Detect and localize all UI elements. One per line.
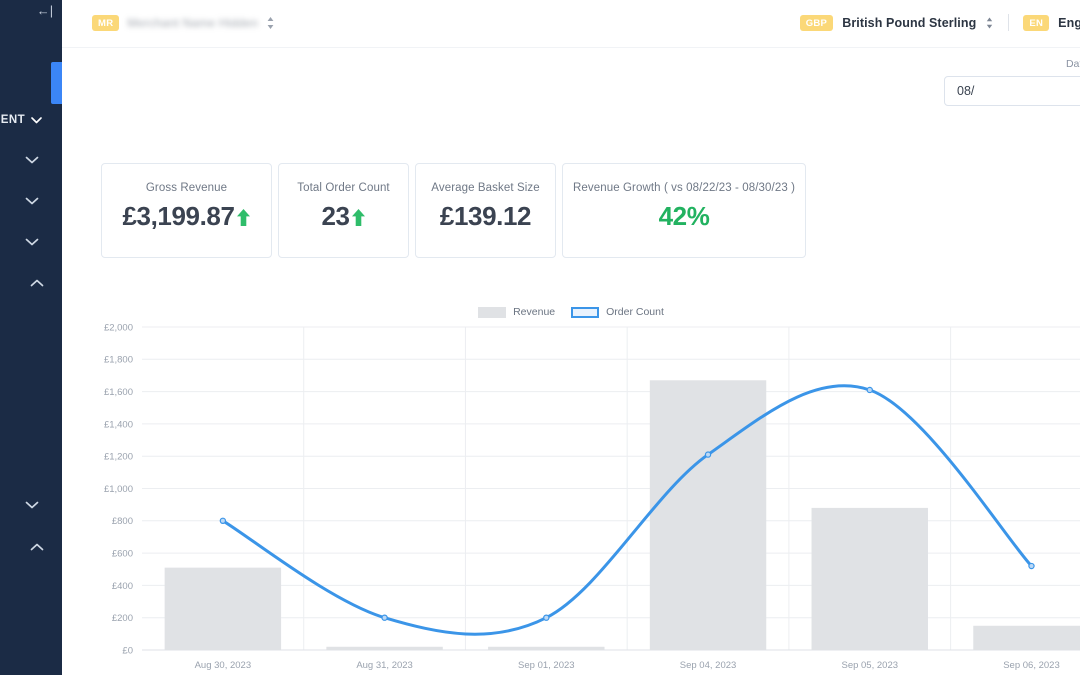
sidebar-item-nav-group-2[interactable]	[0, 151, 62, 169]
chevron-down-icon	[25, 501, 39, 509]
revenue-order-chart: Revenue Order Count £0 £200 £400 £600 £800 £1…	[62, 300, 1080, 675]
date-range-input[interactable]: 08/	[944, 76, 1080, 106]
sidebar-item-nav-group-5[interactable]	[0, 274, 62, 292]
sidebar-item-nav-group-7[interactable]	[0, 538, 62, 556]
svg-text:£1,200: £1,200	[104, 452, 133, 463]
svg-text:£800: £800	[112, 516, 133, 527]
merchant-name: Merchant Name Hidden	[127, 16, 259, 30]
chart-point	[704, 451, 712, 458]
chart-point	[866, 386, 873, 394]
currency-badge: GBP	[799, 14, 834, 31]
svg-text:£1,800: £1,800	[104, 355, 133, 366]
kpi-value-wrap: 23	[321, 203, 365, 231]
sidebar-item-nav-group-6[interactable]	[0, 496, 62, 514]
language-label: English	[1058, 15, 1080, 30]
collapse-sidebar-icon[interactable]: ←|	[34, 2, 56, 20]
trend-up-icon	[236, 205, 251, 231]
chevron-down-icon	[25, 156, 39, 164]
chart-bar	[488, 646, 605, 650]
kpi-value: £139.12	[439, 201, 532, 231]
sidebar-item-nav-group-4[interactable]	[0, 233, 62, 251]
language-selector[interactable]: EN English	[1023, 14, 1080, 31]
chart-x-axis-labels: Aug 30, 2023 Aug 31, 2023 Sep 01, 2023 Sep …	[195, 660, 1060, 671]
merchant-selector[interactable]: MR Merchant Name Hidden	[92, 15, 275, 31]
trend-up-icon	[351, 205, 366, 231]
kpi-card-average-basket-size: Average Basket Size £139.12	[415, 163, 556, 258]
chevron-down-icon	[25, 197, 39, 205]
chevron-down-icon	[31, 116, 42, 124]
stepper-icon	[985, 15, 994, 31]
kpi-value-wrap: £3,199.87	[122, 203, 250, 231]
kpi-title: Gross Revenue	[145, 182, 228, 194]
date-range-filter: Date Range 08/	[944, 58, 1080, 106]
kpi-value: 42%	[658, 201, 710, 231]
chart-gridlines	[142, 326, 1080, 651]
legend-item-order-count[interactable]: Order Count	[571, 306, 664, 318]
kpi-value-wrap: 42%	[659, 203, 710, 229]
kpi-card-row: Gross Revenue £3,199.87 Total Order Coun…	[101, 163, 806, 258]
stepper-icon	[266, 15, 275, 31]
svg-text:Aug 31, 2023: Aug 31, 2023	[356, 660, 413, 671]
chart-bar	[973, 625, 1080, 650]
sidebar: ←| ENT	[0, 0, 62, 675]
svg-text:Sep 01, 2023: Sep 01, 2023	[518, 660, 575, 671]
kpi-value-wrap: £139.12	[439, 201, 532, 231]
kpi-value: £3,199.87	[122, 201, 235, 231]
date-range-label: Date Range	[1065, 58, 1080, 70]
kpi-card-gross-revenue: Gross Revenue £3,199.87	[101, 163, 272, 258]
legend-swatch-order-count	[571, 306, 600, 318]
kpi-title: Average Basket Size	[431, 182, 540, 194]
legend-item-revenue[interactable]: Revenue	[478, 306, 555, 318]
dashboard-page: ←| ENT MR Merchant Name Hidden GBP Briti…	[0, 0, 1080, 675]
svg-text:£400: £400	[112, 581, 133, 592]
chevron-down-icon	[25, 238, 39, 246]
sidebar-item-management[interactable]: ENT	[0, 110, 62, 130]
kpi-card-revenue-growth: Revenue Growth ( vs 08/22/23 - 08/30/23 …	[562, 163, 806, 258]
chevron-up-icon	[30, 279, 44, 287]
svg-text:£200: £200	[112, 613, 133, 624]
chart-bar	[811, 507, 928, 650]
chart-y-axis-labels: £0 £200 £400 £600 £800 £1,000 £1,200 £1,400 £1,6…	[104, 322, 133, 656]
svg-text:£600: £600	[112, 549, 133, 560]
language-badge: EN	[1023, 14, 1050, 31]
top-bar: MR Merchant Name Hidden GBP British Poun…	[62, 0, 1080, 48]
divider	[1008, 14, 1010, 31]
svg-text:£1,400: £1,400	[104, 419, 133, 430]
merchant-badge: MR	[92, 15, 120, 31]
svg-text:Sep 05, 2023: Sep 05, 2023	[841, 660, 898, 671]
chart-bar	[326, 646, 443, 650]
chart-point	[219, 517, 227, 524]
legend-swatch-revenue	[478, 306, 507, 318]
currency-selector[interactable]: GBP British Pound Sterling	[799, 14, 995, 31]
kpi-title: Revenue Growth ( vs 08/22/23 - 08/30/23 …	[572, 182, 796, 194]
svg-text:£2,000: £2,000	[104, 322, 133, 333]
kpi-value: 23	[321, 201, 350, 231]
chart-point	[381, 614, 388, 621]
sidebar-item-nav-group-3[interactable]	[0, 192, 62, 210]
svg-text:Sep 06, 2023: Sep 06, 2023	[1003, 660, 1060, 671]
chart-bar	[164, 567, 282, 650]
svg-text:£1,600: £1,600	[104, 387, 133, 398]
chart-point	[543, 614, 550, 621]
sidebar-item-label: ENT	[0, 114, 25, 126]
kpi-title: Total Order Count	[297, 182, 390, 194]
legend-label: Revenue	[513, 306, 556, 318]
kpi-card-total-order-count: Total Order Count 23	[278, 163, 409, 258]
chart-point	[1028, 562, 1035, 570]
topbar-right-controls: GBP British Pound Sterling EN English	[799, 14, 1080, 31]
svg-text:Sep 04, 2023: Sep 04, 2023	[680, 660, 737, 671]
chart-bar	[649, 380, 767, 650]
main-content: MR Merchant Name Hidden GBP British Poun…	[62, 0, 1080, 675]
legend-label: Order Count	[606, 306, 664, 318]
chart-bars	[164, 380, 1080, 650]
svg-text:Aug 30, 2023: Aug 30, 2023	[195, 660, 252, 671]
svg-text:£1,000: £1,000	[104, 484, 133, 495]
chevron-up-icon	[30, 543, 44, 551]
chart-legend: Revenue Order Count	[62, 306, 1080, 318]
sidebar-active-indicator	[51, 62, 62, 104]
chart-plot: £0 £200 £400 £600 £800 £1,000 £1,200 £1,400 £1,6…	[104, 322, 1080, 671]
svg-text:£0: £0	[122, 645, 133, 656]
currency-label: British Pound Sterling	[842, 15, 977, 30]
